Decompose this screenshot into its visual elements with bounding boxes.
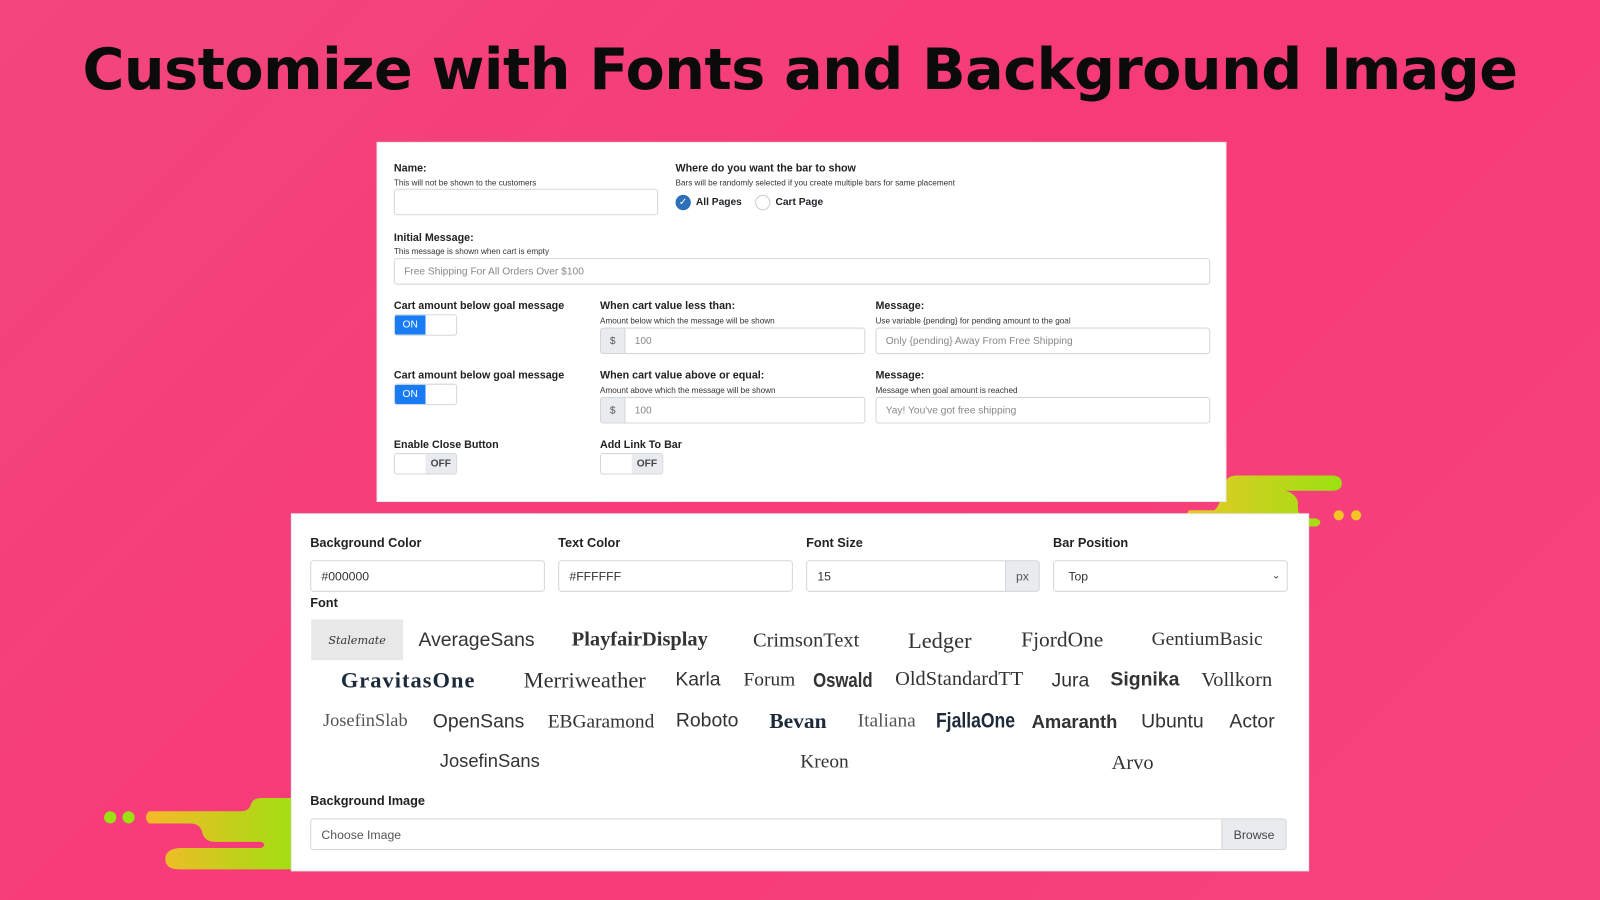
above-message-input[interactable]: Yay! You've got free shipping	[875, 396, 1211, 424]
radio-all-pages[interactable]: ✓	[675, 194, 691, 211]
bar-position-label: Bar Position	[1053, 535, 1129, 550]
font-option[interactable]: AverageSans	[418, 630, 534, 652]
font-option[interactable]: Amaranth	[1032, 712, 1118, 733]
font-option[interactable]: GentiumBasic	[1152, 629, 1263, 651]
font-option[interactable]: Jura	[1052, 670, 1090, 692]
name-hint: This will not be shown to the customers	[393, 178, 537, 188]
above-message-label: Message:	[875, 369, 925, 382]
text-color-input[interactable]: #FFFFFF	[558, 560, 793, 592]
initial-message-label: Initial Message:	[393, 231, 474, 244]
placement-label: Where do you want the bar to show	[675, 162, 856, 175]
above-amount-label: When cart value above or equal:	[599, 369, 765, 382]
background-color-label: Background Color	[310, 535, 422, 550]
font-option[interactable]: CrimsonText	[753, 629, 859, 652]
text-color-label: Text Color	[558, 535, 621, 550]
font-option[interactable]: FjallaOne	[936, 709, 1015, 733]
above-amount-input[interactable]: 100	[624, 396, 866, 424]
font-option[interactable]: Actor	[1229, 711, 1274, 733]
font-option[interactable]: GravitasOne	[341, 667, 476, 694]
font-option[interactable]: Merriweather	[524, 667, 646, 694]
radio-cart-page-label[interactable]: Cart Page	[776, 197, 824, 208]
font-option[interactable]: EBGaramond	[548, 711, 655, 733]
below-amount-input[interactable]: 100	[624, 327, 866, 355]
font-option[interactable]: Roboto	[676, 710, 739, 732]
name-label: Name:	[393, 162, 427, 175]
font-option[interactable]: Vollkorn	[1201, 669, 1272, 692]
currency-addon: $	[599, 396, 625, 424]
font-option[interactable]: JosefinSans	[440, 751, 540, 772]
above-goal-toggle[interactable]: ON	[393, 383, 458, 406]
background-image-label: Background Image	[310, 793, 426, 809]
initial-message-hint: This message is shown when cart is empty	[393, 246, 550, 257]
font-option[interactable]: OpenSans	[433, 711, 525, 733]
initial-message-input[interactable]: Free Shipping For All Orders Over $100	[393, 258, 1211, 285]
toggle-state: ON	[394, 315, 426, 335]
font-option[interactable]: Italiana	[858, 710, 916, 732]
background-color-input[interactable]: #000000	[310, 560, 545, 592]
radio-cart-page[interactable]	[755, 194, 771, 211]
below-message-hint: Use variable {pending} for pending amoun…	[875, 316, 1071, 326]
bar-position-value: Top	[1068, 568, 1089, 584]
font-option[interactable]: JosefinSlab	[323, 710, 408, 731]
above-amount-hint: Amount above which the message will be s…	[599, 385, 776, 395]
font-option[interactable]: Oswald	[813, 670, 873, 693]
browse-button[interactable]: Browse	[1221, 818, 1287, 850]
font-option[interactable]: OldStandardTT	[895, 668, 1023, 691]
bar-position-select[interactable]: Top ⌄	[1053, 560, 1288, 592]
decoration-splash-left	[104, 797, 303, 870]
below-goal-label: Cart amount below goal message	[393, 299, 565, 313]
font-option[interactable]: FjordOne	[1021, 627, 1103, 653]
font-size-unit: px	[1005, 560, 1040, 592]
font-size-label: Font Size	[806, 535, 863, 550]
font-size-input[interactable]: 15	[806, 560, 1007, 592]
font-option[interactable]: PlayfairDisplay	[572, 628, 708, 651]
font-label: Font	[310, 595, 338, 611]
font-option[interactable]: Arvo	[1112, 752, 1154, 775]
font-option[interactable]: Karla	[675, 669, 720, 691]
below-message-label: Message:	[875, 299, 925, 313]
radio-all-pages-label[interactable]: All Pages	[696, 197, 742, 208]
font-option-selected[interactable]: Stalemate	[311, 619, 404, 661]
currency-addon: $	[599, 327, 625, 355]
close-button-label: Enable Close Button	[393, 438, 499, 452]
font-option[interactable]: Kreon	[800, 751, 848, 773]
check-icon: ✓	[678, 196, 688, 209]
font-option[interactable]: Forum	[744, 669, 796, 691]
close-button-toggle[interactable]: OFF	[393, 453, 458, 475]
above-message-hint: Message when goal amount is reached	[875, 385, 1018, 395]
below-amount-label: When cart value less than:	[599, 299, 736, 313]
placement-hint: Bars will be randomly selected if you cr…	[675, 178, 955, 188]
bar-settings-panel: Name: This will not be shown to the cust…	[377, 142, 1226, 502]
above-goal-label: Cart amount below goal message	[393, 369, 565, 382]
font-option[interactable]: Bevan	[769, 709, 826, 735]
background-image-input[interactable]: Choose Image	[310, 818, 1223, 850]
toggle-state: OFF	[631, 454, 663, 474]
chevron-down-icon: ⌄	[1272, 570, 1281, 582]
link-toggle[interactable]: OFF	[599, 453, 664, 475]
page-title: Customize with Fonts and Background Imag…	[82, 36, 1518, 104]
link-label: Add Link To Bar	[599, 438, 682, 452]
toggle-state: OFF	[425, 454, 457, 474]
below-goal-toggle[interactable]: ON	[393, 314, 458, 336]
toggle-state: ON	[394, 384, 426, 405]
font-option[interactable]: Ledger	[908, 628, 972, 655]
name-input[interactable]	[393, 188, 659, 216]
font-option[interactable]: Signika	[1110, 669, 1179, 691]
font-option[interactable]: Ubuntu	[1141, 711, 1204, 733]
below-message-input[interactable]: Only {pending} Away From Free Shipping	[875, 327, 1211, 355]
below-amount-hint: Amount below which the message will be s…	[599, 316, 775, 326]
